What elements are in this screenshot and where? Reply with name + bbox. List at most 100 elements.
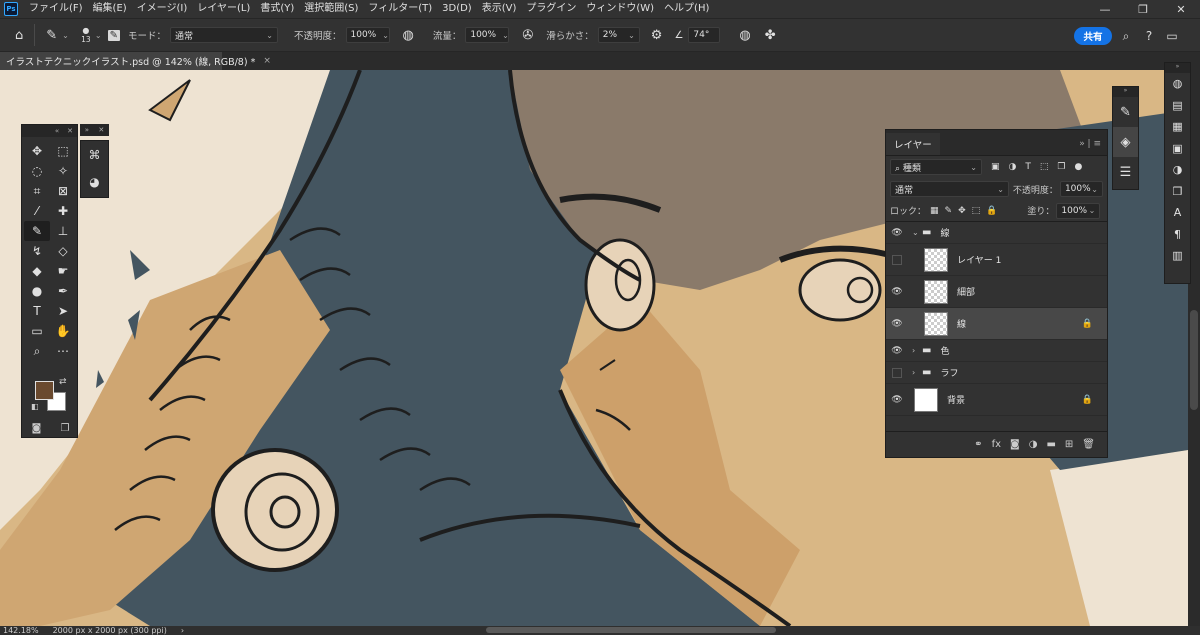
frame-tool-icon[interactable]: ⊠ (50, 181, 76, 201)
home-icon[interactable]: ⌂ (10, 28, 28, 43)
layer-group-row[interactable]: 👁 › ▬ 色 (886, 340, 1107, 362)
layer-filter-select[interactable]: ⌕ 種類 ⌄ (890, 159, 982, 175)
visibility-toggle-off[interactable] (886, 254, 908, 265)
menu-help[interactable]: ヘルプ(H) (659, 0, 714, 18)
layer-row[interactable]: 👁 背景 🔒 (886, 384, 1107, 416)
more-tools-icon[interactable]: ⋯ (50, 341, 76, 361)
zoom-readout[interactable]: 142.18% (3, 626, 39, 635)
opacity-input[interactable]: 100% ⌄ (345, 27, 390, 43)
adjustment-panel-icon[interactable]: ◑ (1165, 159, 1190, 181)
menu-type[interactable]: 書式(Y) (255, 0, 299, 18)
brush-preset-icon[interactable]: ✎ (41, 28, 62, 43)
image-panel-icon[interactable]: ▣ (1165, 138, 1190, 160)
brush-tool-icon[interactable]: ✎ (24, 221, 50, 241)
type-filter-icon[interactable]: T (1025, 162, 1031, 172)
paint-bucket-tool-icon[interactable]: ◆ (24, 261, 50, 281)
angle-input[interactable]: 74° (688, 27, 721, 43)
close-window-icon[interactable]: ✕ (1162, 0, 1200, 18)
menu-file[interactable]: ファイル(F) (24, 0, 88, 18)
marquee-tool-icon[interactable]: ⬚ (50, 141, 76, 161)
eyedropper-tool-icon[interactable]: ⁄ (24, 201, 50, 221)
gradient-panel-icon[interactable]: ▤ (1165, 95, 1190, 117)
chevron-right-icon[interactable]: › (912, 346, 920, 355)
shape-filter-icon[interactable]: ⬚ (1040, 162, 1049, 172)
filter-toggle-icon[interactable]: ● (1074, 162, 1082, 172)
lock-position-icon[interactable]: ✥ (958, 206, 966, 216)
eye-icon[interactable]: 👁 (886, 319, 908, 329)
minimize-icon[interactable]: — (1086, 0, 1124, 18)
eye-icon[interactable]: 👁 (886, 287, 908, 297)
swap-colors-icon[interactable]: ⇄ (59, 377, 67, 387)
workspace-icon[interactable]: ▭ (1164, 27, 1180, 45)
help-icon[interactable]: ? (1141, 27, 1157, 45)
vertical-scroll-thumb[interactable] (1190, 310, 1198, 410)
expand-icon[interactable]: » (85, 126, 89, 134)
lock-image-icon[interactable]: ✎ (945, 206, 953, 216)
lock-transparent-icon[interactable]: ▦ (930, 206, 939, 216)
dodge-tool-icon[interactable]: ● (24, 281, 50, 301)
layers-tab[interactable]: レイヤー (886, 133, 940, 155)
shape-tool-icon[interactable]: ▭ (24, 321, 50, 341)
smudge-tool-icon[interactable]: ☛ (50, 261, 76, 281)
flow-input[interactable]: 100% ⌄ (465, 27, 510, 43)
horizontal-scroll-thumb[interactable] (486, 627, 776, 633)
stamp-tool-icon[interactable]: ⊥ (50, 221, 76, 241)
pen-tool-icon[interactable]: ✒ (50, 281, 76, 301)
layer-row[interactable]: レイヤー 1 (886, 244, 1107, 276)
lock-all-icon[interactable]: 🔒 (986, 206, 997, 216)
new-group-icon[interactable]: ▬ (1046, 439, 1055, 450)
new-layer-icon[interactable]: ⊞ (1065, 439, 1073, 450)
layers-panel-icon[interactable]: ◈ (1113, 127, 1138, 157)
smoothing-input[interactable]: 2% ⌄ (597, 27, 640, 43)
add-mask-icon[interactable]: ◙ (1010, 439, 1020, 450)
healing-tool-icon[interactable]: ✚ (50, 201, 76, 221)
properties-panel-icon[interactable]: ❒ (1165, 181, 1190, 203)
pixel-filter-icon[interactable]: ▣ (991, 162, 1000, 172)
close-panel-icon[interactable]: ✕ (98, 126, 104, 134)
history-brush-tool-icon[interactable]: ↯ (24, 241, 50, 261)
layer-group-row[interactable]: 👁 ⌄ ▬ 線 (886, 222, 1107, 244)
mini-panel-header[interactable]: » ✕ (80, 124, 109, 136)
character-panel-icon[interactable]: A (1165, 202, 1190, 224)
menu-image[interactable]: イメージ(I) (132, 0, 193, 18)
menu-filter[interactable]: フィルター(T) (363, 0, 437, 18)
menu-plugins[interactable]: プラグイン (521, 0, 581, 18)
search-icon[interactable]: ⌕ (1118, 27, 1134, 45)
layer-opacity-input[interactable]: 100% ⌄ (1059, 181, 1103, 197)
path-select-tool-icon[interactable]: ➤ (50, 301, 76, 321)
blend-mode-select[interactable]: 通常 ⌄ (890, 181, 1009, 197)
tools-panel-header[interactable]: «✕ (22, 125, 77, 137)
menu-layer[interactable]: レイヤー(L) (192, 0, 255, 18)
restore-icon[interactable]: ❐ (1124, 0, 1162, 18)
menu-view[interactable]: 表示(V) (477, 0, 522, 18)
hand-tool-icon[interactable]: ✋ (50, 321, 76, 341)
lock-artboard-icon[interactable]: ⬚ (972, 206, 981, 216)
brush-settings-icon[interactable]: ✎ (107, 29, 120, 41)
layer-row[interactable]: 👁 細部 (886, 276, 1107, 308)
table-panel-icon[interactable]: ▥ (1165, 245, 1190, 267)
path-icon[interactable]: ⌘ (81, 141, 108, 168)
eraser-tool-icon[interactable]: ◇ (50, 241, 76, 261)
symmetry-icon[interactable]: ✤ (760, 28, 781, 43)
type-tool-icon[interactable]: T (24, 301, 50, 321)
right-strip-header[interactable]: » (1165, 63, 1190, 73)
adjustment-filter-icon[interactable]: ◑ (1009, 162, 1017, 172)
color-panel-icon[interactable]: ◍ (1165, 73, 1190, 95)
delete-layer-icon[interactable]: 🗑 (1082, 439, 1095, 450)
pressure-size-icon[interactable]: ◍ (734, 28, 755, 43)
new-adjustment-icon[interactable]: ◑ (1029, 439, 1038, 450)
paragraph-panel-icon[interactable]: ¶ (1165, 224, 1190, 246)
mode-select[interactable]: 通常 ⌄ (169, 27, 278, 43)
menu-3d[interactable]: 3D(D) (437, 0, 477, 18)
chevron-right-icon[interactable]: › (912, 368, 920, 377)
share-button[interactable]: 共有 (1074, 27, 1112, 45)
status-more-icon[interactable]: › (181, 626, 184, 635)
link-layers-icon[interactable]: ⚭ (974, 439, 982, 450)
layer-group-row[interactable]: › ▬ ラフ (886, 362, 1107, 384)
document-tab[interactable]: イラストテクニックイラスト.psd @ 142% (線, RGB/8) * × (0, 52, 271, 70)
menu-edit[interactable]: 編集(E) (88, 0, 132, 18)
layer-row-selected[interactable]: 👁 線 🔒 (886, 308, 1107, 340)
layer-style-icon[interactable]: fx (992, 439, 1001, 450)
eye-icon[interactable]: 👁 (886, 228, 908, 238)
default-colors-icon[interactable]: ◧ (31, 402, 39, 411)
